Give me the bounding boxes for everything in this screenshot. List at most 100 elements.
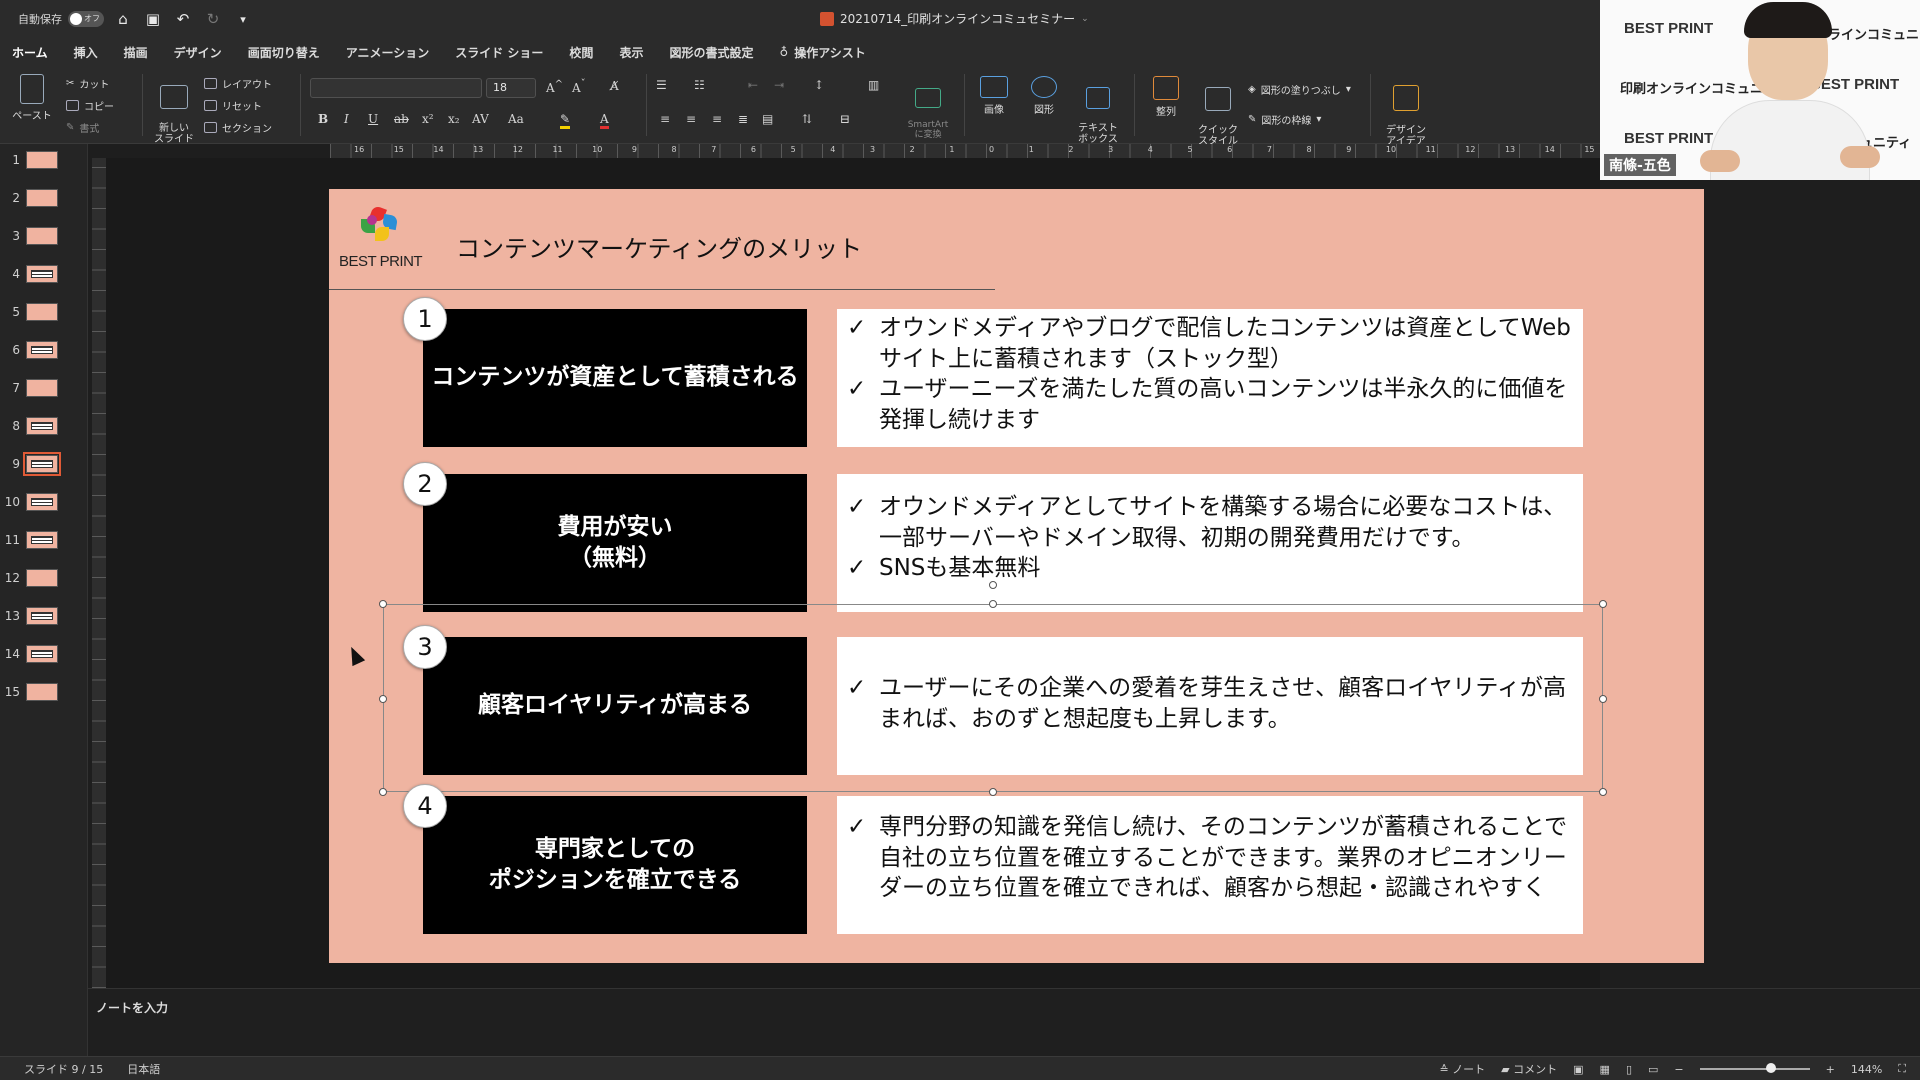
zoom-out-icon[interactable]: − bbox=[1674, 1063, 1683, 1076]
bullets-icon[interactable]: ☰ bbox=[656, 78, 667, 92]
undo-icon[interactable]: ↶ bbox=[172, 8, 194, 30]
change-case-icon[interactable]: Aa bbox=[508, 112, 524, 126]
slide-title[interactable]: コンテンツマーケティングのメリット bbox=[456, 229, 862, 264]
notes-toggle-button[interactable]: ≙ ノート bbox=[1439, 1061, 1485, 1077]
format-painter-button[interactable]: ✎ 書式 bbox=[66, 120, 99, 135]
language-indicator[interactable]: 日本語 bbox=[127, 1061, 160, 1077]
rotate-handle-icon[interactable] bbox=[989, 581, 997, 589]
number-badge[interactable]: 4 bbox=[403, 784, 447, 828]
benefit-description[interactable]: ✓ 専門分野の知識を発信し続け、そのコンテンツが蓄積されることで自社の立ち位置を確… bbox=[837, 796, 1583, 934]
slide-thumbnail[interactable]: 2 bbox=[0, 184, 88, 212]
slide-9[interactable]: BEST PRINT コンテンツマーケティングのメリット 1 コンテンツが資産と… bbox=[329, 189, 1704, 963]
copy-button[interactable]: コピー bbox=[66, 98, 114, 113]
slide-thumbnail[interactable]: 8 bbox=[0, 412, 88, 440]
zoom-in-icon[interactable]: + bbox=[1826, 1063, 1835, 1076]
decrease-indent-icon[interactable]: ⇤ bbox=[748, 78, 758, 92]
slide-thumbnail[interactable]: 4 bbox=[0, 260, 88, 288]
benefit-heading[interactable]: 費用が安い （無料） bbox=[423, 474, 807, 612]
slide-thumbnail[interactable]: 10 bbox=[0, 488, 88, 516]
numbering-icon[interactable]: ☷ bbox=[694, 78, 705, 92]
shape-fill-button[interactable]: ◈ 図形の塗りつぶし ▾ bbox=[1248, 82, 1351, 97]
align-text-icon[interactable]: ⊟ bbox=[840, 112, 850, 126]
save-icon[interactable]: ▣ bbox=[142, 8, 164, 30]
resize-handle[interactable] bbox=[379, 788, 387, 796]
number-badge[interactable]: 1 bbox=[403, 297, 447, 341]
paste-button[interactable]: ペースト bbox=[12, 74, 52, 122]
columns-icon[interactable]: ▥ bbox=[868, 78, 879, 92]
picture-button[interactable]: 画像 bbox=[972, 76, 1016, 116]
tell-me-search[interactable]: ♁ 操作アシスト bbox=[779, 40, 865, 65]
slide-thumbnail[interactable]: 12 bbox=[0, 564, 88, 592]
font-family-select[interactable] bbox=[310, 78, 482, 98]
slide-thumbnail[interactable]: 15 bbox=[0, 678, 88, 706]
strikethrough-icon[interactable]: ab bbox=[394, 112, 409, 126]
resize-handle[interactable] bbox=[989, 600, 997, 608]
clear-format-icon[interactable]: A̸ bbox=[610, 79, 619, 93]
benefit-description[interactable]: ✓ オウンドメディアやブログで配信したコンテンツは資産としてWebサイト上に蓄積さ… bbox=[837, 309, 1583, 447]
tab-shape-format[interactable]: 図形の書式設定 bbox=[669, 40, 753, 65]
tab-view[interactable]: 表示 bbox=[619, 40, 643, 65]
fit-to-window-icon[interactable]: ⛶ bbox=[1898, 1062, 1906, 1076]
slide-thumbnail[interactable]: 1 bbox=[0, 146, 88, 174]
home-icon[interactable]: ⌂ bbox=[112, 8, 134, 30]
layout-button[interactable]: レイアウト bbox=[204, 76, 272, 91]
arrange-button[interactable]: 整列 bbox=[1140, 76, 1192, 118]
zoom-level[interactable]: 144% bbox=[1851, 1063, 1882, 1076]
zoom-slider[interactable] bbox=[1699, 1063, 1810, 1073]
reading-view-icon[interactable]: ▯ bbox=[1626, 1063, 1632, 1076]
shapes-button[interactable]: 図形 bbox=[1022, 76, 1066, 116]
redo-icon[interactable]: ↻ bbox=[202, 8, 224, 30]
resize-handle[interactable] bbox=[379, 600, 387, 608]
comments-toggle-button[interactable]: ▰ コメント bbox=[1501, 1061, 1557, 1077]
cut-button[interactable]: ✂ カット bbox=[66, 76, 109, 91]
benefit-heading[interactable]: コンテンツが資産として蓄積される bbox=[423, 309, 807, 447]
slide-thumbnail[interactable]: 14 bbox=[0, 640, 88, 668]
align-center-icon[interactable]: ≡ bbox=[686, 112, 696, 126]
text-direction-icon[interactable]: ⇅ bbox=[802, 112, 812, 126]
reset-button[interactable]: リセット bbox=[204, 98, 262, 113]
normal-view-icon[interactable]: ▣ bbox=[1573, 1063, 1583, 1076]
resize-handle[interactable] bbox=[379, 695, 387, 703]
increase-indent-icon[interactable]: ⇥ bbox=[774, 78, 784, 92]
shape-outline-button[interactable]: ✎ 図形の枠線 ▾ bbox=[1248, 112, 1321, 127]
tab-home[interactable]: ホーム bbox=[12, 40, 48, 68]
tab-insert[interactable]: 挿入 bbox=[74, 40, 98, 65]
resize-handle[interactable] bbox=[1599, 600, 1607, 608]
shrink-font-icon[interactable]: Aˇ bbox=[572, 79, 586, 95]
design-ideas-button[interactable]: デザイン アイデア bbox=[1378, 74, 1434, 147]
justify-icon[interactable]: ≣ bbox=[738, 112, 748, 126]
textbox-button[interactable]: テキスト ボックス bbox=[1072, 76, 1124, 145]
slide-thumbnail[interactable]: 5 bbox=[0, 298, 88, 326]
align-left-icon[interactable]: ≡ bbox=[660, 112, 670, 126]
tab-slideshow[interactable]: スライド ショー bbox=[455, 40, 543, 65]
notes-pane[interactable]: ノートを入力 bbox=[88, 988, 1920, 1056]
autosave-toggle[interactable]: 自動保存 オフ bbox=[18, 11, 104, 27]
tab-design[interactable]: デザイン bbox=[174, 40, 222, 65]
shape-selection-frame[interactable] bbox=[379, 581, 1607, 796]
slide-thumbnail-selected[interactable]: 9 bbox=[0, 450, 88, 478]
new-slide-button[interactable]: 新しい スライド bbox=[152, 74, 196, 145]
benefit-heading[interactable]: 専門家としての ポジションを確立できる bbox=[423, 796, 807, 934]
slide-thumbnail[interactable]: 13 bbox=[0, 602, 88, 630]
resize-handle[interactable] bbox=[1599, 788, 1607, 796]
section-button[interactable]: セクション bbox=[204, 120, 272, 135]
quick-styles-button[interactable]: クイック スタイル bbox=[1192, 76, 1244, 147]
smartart-button[interactable]: SmartArt に変換 bbox=[898, 78, 958, 141]
resize-handle[interactable] bbox=[989, 788, 997, 796]
tab-transitions[interactable]: 画面切り替え bbox=[248, 40, 320, 65]
distributed-icon[interactable]: ▤ bbox=[762, 112, 773, 126]
slide-thumbnail[interactable]: 11 bbox=[0, 526, 88, 554]
tab-animations[interactable]: アニメーション bbox=[346, 40, 430, 65]
subscript-icon[interactable]: x₂ bbox=[448, 112, 460, 126]
tab-review[interactable]: 校閲 bbox=[569, 40, 593, 65]
bold-icon[interactable]: B bbox=[318, 112, 328, 126]
slide-thumbnail[interactable]: 3 bbox=[0, 222, 88, 250]
align-right-icon[interactable]: ≡ bbox=[712, 112, 722, 126]
slide-sorter-icon[interactable]: ▦ bbox=[1600, 1063, 1610, 1076]
font-size-select[interactable]: 18 bbox=[486, 78, 536, 98]
slide-thumbnail[interactable]: 7 bbox=[0, 374, 88, 402]
font-color-icon[interactable]: A bbox=[600, 112, 609, 129]
autosave-switch[interactable]: オフ bbox=[68, 11, 104, 27]
tab-draw[interactable]: 描画 bbox=[124, 40, 148, 65]
superscript-icon[interactable]: x² bbox=[422, 112, 434, 126]
